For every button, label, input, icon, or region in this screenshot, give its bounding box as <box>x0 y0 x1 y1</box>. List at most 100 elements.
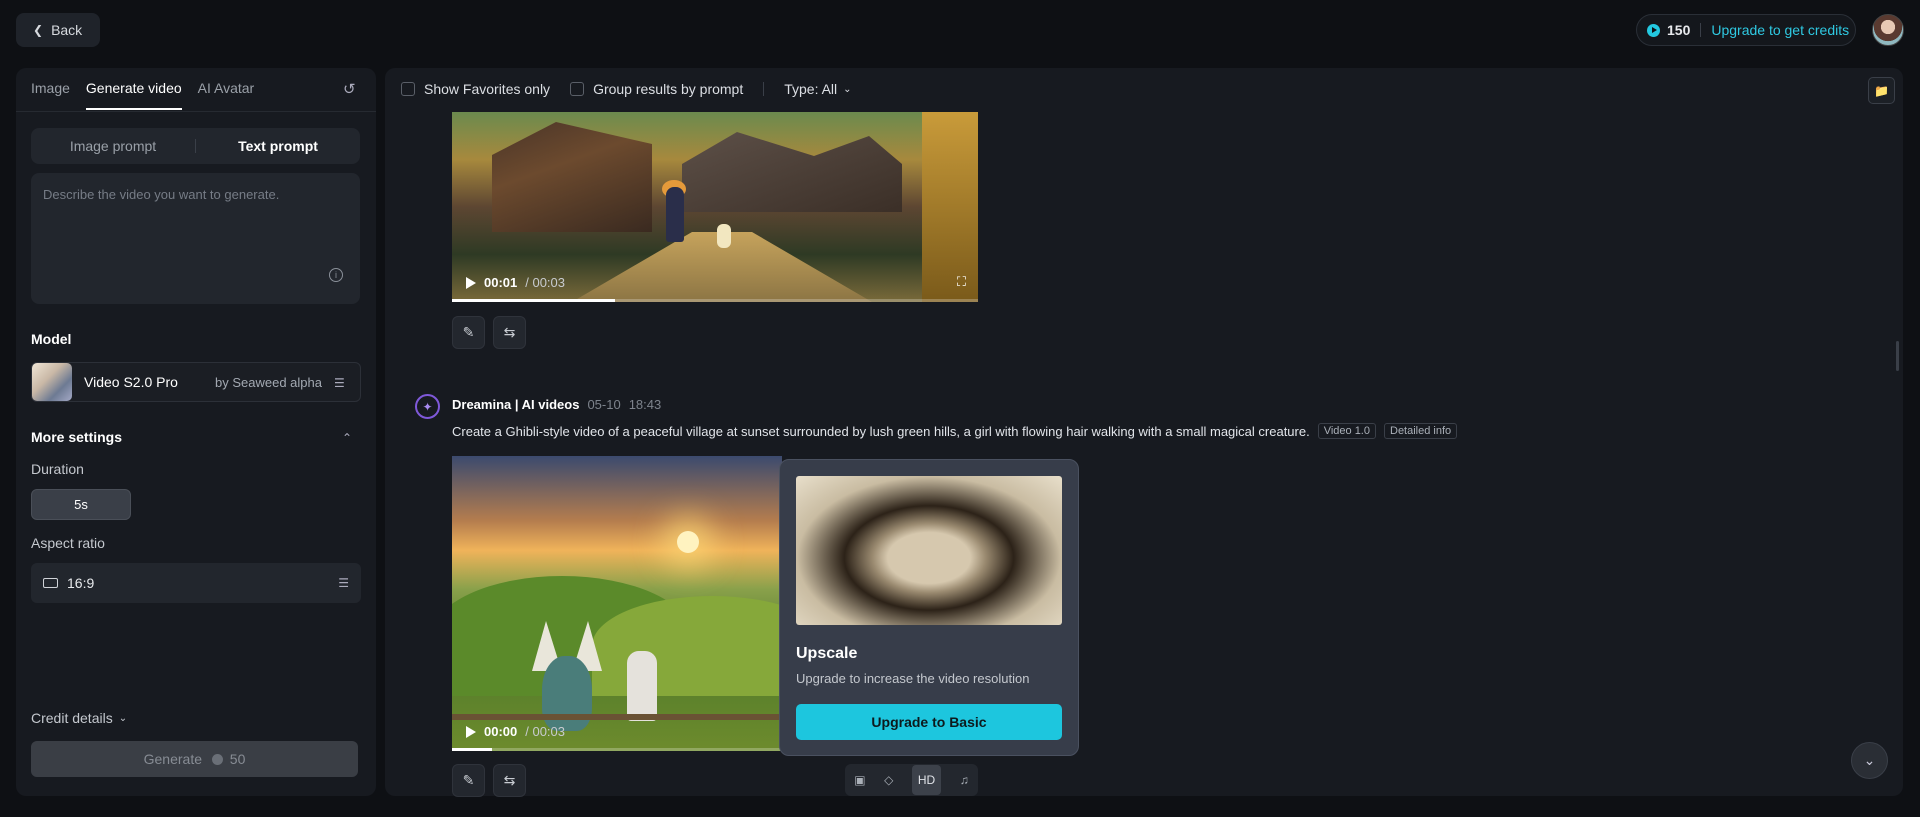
generate-cost: 50 <box>229 751 246 767</box>
video-player-2[interactable]: 00:00 / 00:03 <box>452 456 782 751</box>
generate-label: Generate <box>143 751 202 767</box>
model-version-tag: Video 1.0 <box>1317 423 1376 439</box>
model-name: Video S2.0 Pro <box>84 374 178 390</box>
credits-pill[interactable]: 150 Upgrade to get credits <box>1636 14 1856 46</box>
sliders-icon[interactable]: ☰ <box>334 376 348 390</box>
video-toolstrip: ▣ ◇ HD ♫ <box>845 764 978 796</box>
video-frame-scenery <box>922 112 978 302</box>
type-filter-label: Type: All <box>784 81 838 97</box>
credit-details-label: Credit details <box>31 710 113 726</box>
credit-balance: 150 <box>1667 22 1691 38</box>
model-thumbnail <box>32 363 72 401</box>
current-time: 00:00 <box>484 724 518 739</box>
repeat-icon: ⇆ <box>503 772 516 788</box>
mode-tabs: Image Generate video AI Avatar <box>31 80 254 110</box>
filter-bar: Show Favorites only Group results by pro… <box>401 81 872 97</box>
video-frame-scenery <box>492 122 652 232</box>
pencil-icon: ✎ <box>462 772 475 788</box>
upscale-popup: Upscale Upgrade to increase the video re… <box>779 459 1079 756</box>
user-avatar[interactable] <box>1872 14 1904 46</box>
upgrade-credits-link[interactable]: Upgrade to get credits <box>1711 22 1849 38</box>
back-button[interactable]: ❮ Back <box>16 13 100 47</box>
generate-button[interactable]: Generate 50 <box>31 741 358 777</box>
folder-icon[interactable]: 📁 <box>1868 77 1895 104</box>
playback-controls: 00:00 / 00:03 <box>466 724 565 739</box>
aspect-ratio-label: Aspect ratio <box>31 535 105 551</box>
chevron-up-icon[interactable]: ⌃ <box>342 431 352 445</box>
crop-icon[interactable]: ▣ <box>854 773 865 787</box>
model-selector[interactable]: Video S2.0 Pro by Seaweed alpha ☰ <box>31 362 361 402</box>
video-frame-figure <box>666 187 684 242</box>
progress-bar[interactable] <box>452 299 978 302</box>
entry-meta: Dreamina | AI videos 05-10 18:43 <box>452 397 661 412</box>
edit-button[interactable]: ✎ <box>452 316 485 349</box>
sliders-icon[interactable]: ☰ <box>338 576 349 590</box>
chevron-left-icon: ❮ <box>33 23 44 37</box>
video-frame-figure <box>627 651 657 721</box>
video-frame-scenery <box>682 132 902 212</box>
model-provider: by Seaweed alpha <box>215 374 322 390</box>
upscale-preview-image <box>796 476 1062 625</box>
text-prompt-option[interactable]: Text prompt <box>196 138 360 154</box>
progress-bar[interactable] <box>452 748 782 751</box>
pencil-icon: ✎ <box>462 324 475 340</box>
current-time: 00:01 <box>484 275 518 290</box>
upgrade-to-basic-button[interactable]: Upgrade to Basic <box>796 704 1062 740</box>
favorites-label: Show Favorites only <box>424 81 551 97</box>
playback-controls: 00:01 / 00:03 <box>466 275 565 290</box>
video-frame-scenery <box>452 714 782 720</box>
entry-prompt-line: Create a Ghibli-style video of a peacefu… <box>452 423 1458 439</box>
total-time: / 00:03 <box>525 275 566 290</box>
favorites-checkbox[interactable] <box>401 82 415 96</box>
chevron-down-icon: ⌄ <box>118 712 128 724</box>
model-label: Model <box>31 331 72 347</box>
detailed-info-button[interactable]: Detailed info <box>1384 423 1458 439</box>
duration-label: Duration <box>31 461 84 477</box>
entry-author: Dreamina | AI videos <box>452 397 580 412</box>
divider <box>16 111 376 112</box>
credit-details-toggle[interactable]: Credit details ⌄ <box>31 710 127 726</box>
interpolate-icon[interactable]: ◇ <box>884 773 893 787</box>
history-icon[interactable]: ↺ <box>343 80 359 98</box>
duration-option-5s[interactable]: 5s <box>31 489 131 520</box>
popup-subtitle: Upgrade to increase the video resolution <box>796 671 1030 686</box>
play-icon[interactable] <box>466 725 476 738</box>
image-prompt-option[interactable]: Image prompt <box>31 138 195 154</box>
scroll-down-button[interactable]: ⌄ <box>1851 742 1888 779</box>
entry-date: 05-10 <box>587 397 621 412</box>
entry-prompt: Create a Ghibli-style video of a peacefu… <box>452 423 1310 439</box>
group-label: Group results by prompt <box>593 81 744 97</box>
group-checkbox[interactable] <box>570 82 585 96</box>
aspect-ratio-value: 16:9 <box>67 575 95 591</box>
dreamina-logo-icon: ✦ <box>415 394 440 419</box>
regenerate-button[interactable]: ⇆ <box>493 764 526 797</box>
progress-fill <box>452 299 616 302</box>
credit-coin-icon <box>211 754 223 765</box>
fullscreen-icon[interactable]: ⛶ <box>957 274 966 290</box>
play-icon[interactable] <box>466 276 476 289</box>
tab-image[interactable]: Image <box>31 80 70 110</box>
popup-title: Upscale <box>796 645 858 662</box>
type-filter-dropdown[interactable]: Type: All ⌄ <box>784 81 851 97</box>
entry-time: 18:43 <box>628 397 662 412</box>
edit-button[interactable]: ✎ <box>452 764 485 797</box>
music-icon[interactable]: ♫ <box>960 773 969 787</box>
favorites-filter[interactable]: Show Favorites only <box>401 81 550 97</box>
more-settings-label[interactable]: More settings <box>31 429 122 445</box>
hd-upscale-button[interactable]: HD <box>911 765 942 795</box>
credit-coin-icon <box>1647 23 1660 37</box>
tab-generate-video[interactable]: Generate video <box>85 80 182 110</box>
ratio-icon <box>43 578 58 588</box>
group-filter[interactable]: Group results by prompt <box>570 81 743 97</box>
video-frame-figure <box>717 224 731 248</box>
divider <box>1700 23 1702 37</box>
aspect-ratio-selector[interactable]: 16:9 ☰ <box>31 563 361 603</box>
scrollbar[interactable] <box>1896 341 1899 371</box>
info-icon[interactable]: i <box>329 268 343 282</box>
prompt-input[interactable]: Describe the video you want to generate. <box>31 173 360 304</box>
video-player-1[interactable]: 00:01 / 00:03 ⛶ <box>452 112 978 302</box>
progress-fill <box>452 748 492 751</box>
tab-ai-avatar[interactable]: AI Avatar <box>198 80 255 110</box>
regenerate-button[interactable]: ⇆ <box>493 316 526 349</box>
chevron-down-icon: ⌄ <box>1863 752 1876 768</box>
